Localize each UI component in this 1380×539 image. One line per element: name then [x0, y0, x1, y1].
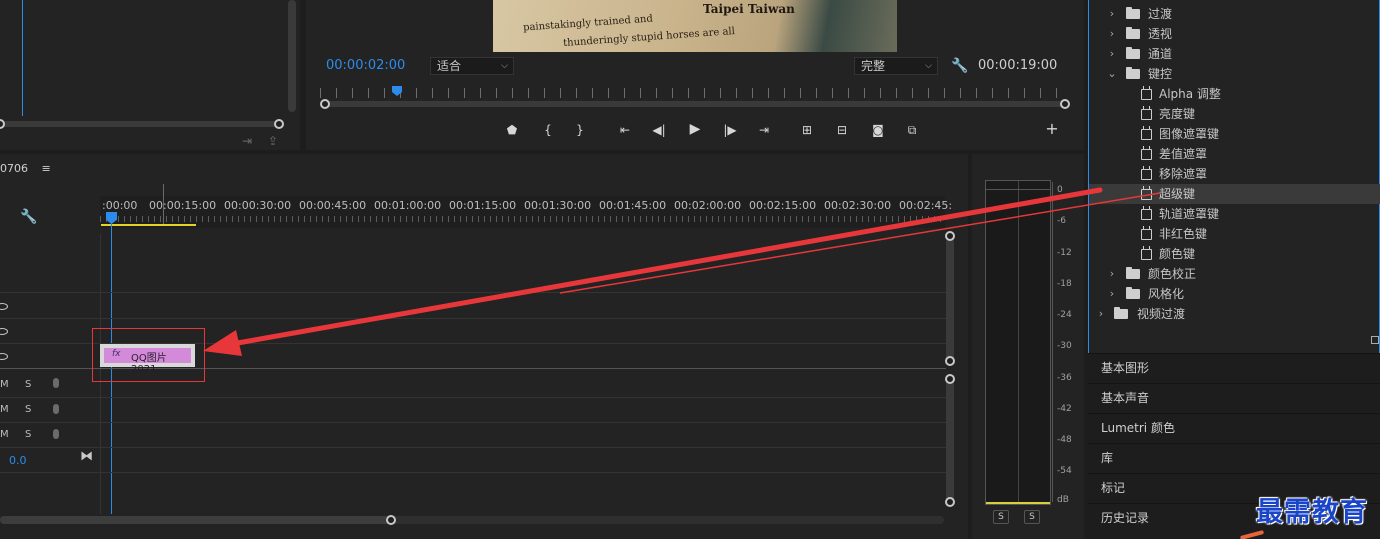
arrow-head — [203, 330, 242, 356]
arrow-line-thin — [559, 192, 1161, 294]
arrow-shaft — [229, 187, 1103, 347]
annotation-arrow — [203, 187, 1161, 356]
